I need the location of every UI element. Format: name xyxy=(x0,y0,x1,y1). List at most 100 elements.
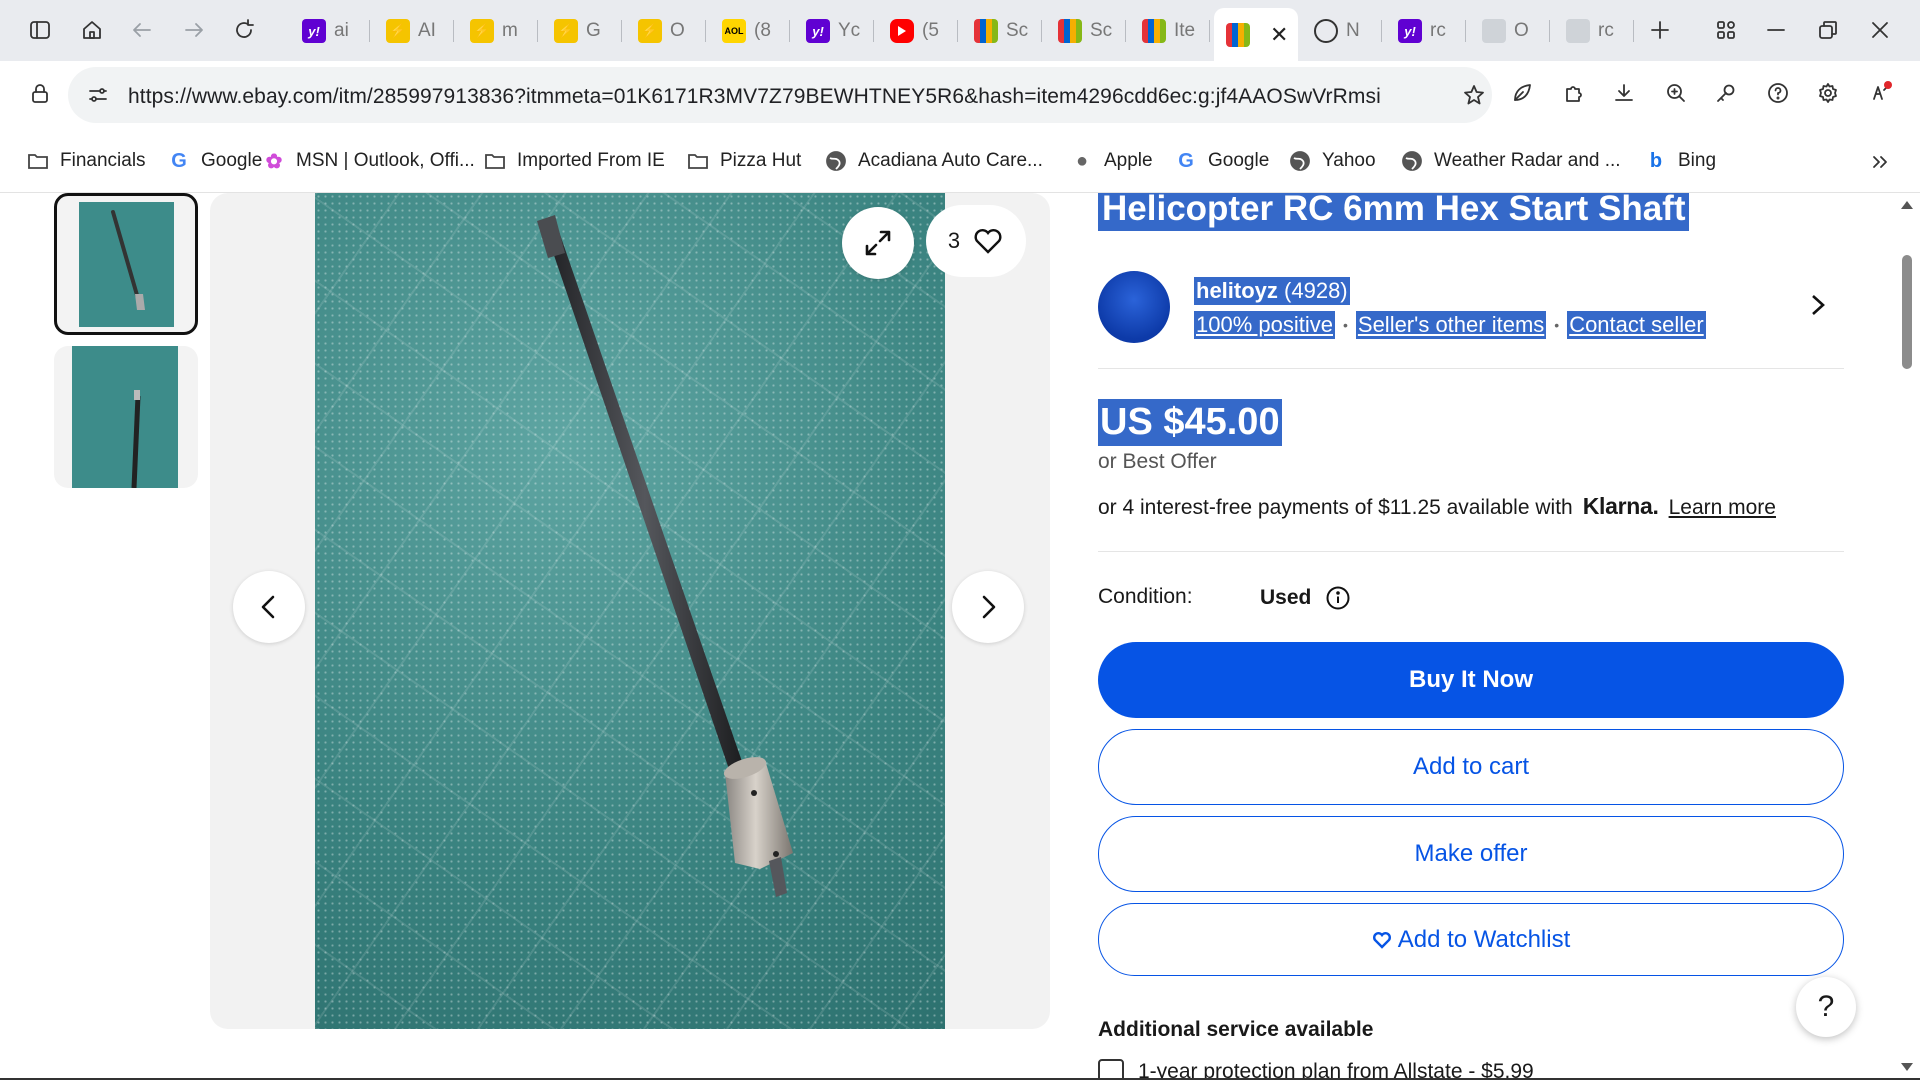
tab-actions-icon[interactable] xyxy=(1708,12,1744,48)
tab-6[interactable]: AOL (8 xyxy=(710,10,790,52)
tab-8[interactable]: (5 xyxy=(878,10,958,52)
zoom-icon[interactable] xyxy=(1658,75,1694,111)
tab-13[interactable]: N xyxy=(1302,10,1382,52)
thumbnail-2[interactable] xyxy=(54,346,198,488)
tab-14[interactable]: y! rc xyxy=(1386,10,1466,52)
tab-16[interactable]: rc xyxy=(1554,10,1634,52)
page-scrollbar[interactable] xyxy=(1894,193,1920,1080)
passwords-key-icon[interactable] xyxy=(1708,75,1744,111)
thumbnail-1[interactable] xyxy=(54,193,198,335)
help-button[interactable]: ? xyxy=(1796,977,1856,1037)
bookmark-label: Weather Radar and ... xyxy=(1434,150,1621,171)
protection-plan-option[interactable]: 1-year protection plan from Allstate - $… xyxy=(1098,1059,1534,1080)
previous-image-button[interactable] xyxy=(233,571,305,643)
buy-it-now-label: Buy It Now xyxy=(1409,666,1533,693)
scroll-down-arrow[interactable] xyxy=(1901,1063,1913,1071)
info-icon[interactable] xyxy=(1325,585,1351,611)
tab-12[interactable]: ✕ xyxy=(1214,8,1298,61)
seller-avatar[interactable] xyxy=(1098,271,1170,343)
home-icon[interactable] xyxy=(74,12,110,48)
price: US $45.00 xyxy=(1098,399,1282,446)
url-text[interactable]: https://www.ebay.com/itm/285997913836?it… xyxy=(128,85,1381,109)
bookmark-1[interactable]: Financials xyxy=(26,149,146,173)
tab-5[interactable]: ⚡ O xyxy=(626,10,706,52)
shaft-illustration xyxy=(537,215,793,897)
tab-separator xyxy=(537,20,538,42)
reload-icon[interactable] xyxy=(226,12,262,48)
next-image-button[interactable] xyxy=(952,571,1024,643)
search-travel-favicon-icon xyxy=(1566,19,1590,43)
contact-seller-link[interactable]: Contact seller xyxy=(1567,311,1706,339)
separator-dot: • xyxy=(1554,317,1560,333)
watchers-button[interactable]: 3 xyxy=(926,205,1026,277)
minimize-icon[interactable] xyxy=(1758,12,1794,48)
bookmark-7[interactable]: ● Apple xyxy=(1070,149,1153,173)
bookmark-8[interactable]: G Google xyxy=(1174,149,1269,173)
protection-plan-checkbox[interactable] xyxy=(1098,1059,1124,1080)
seller-name[interactable]: helitoyz xyxy=(1196,278,1278,303)
new-tab-icon[interactable] xyxy=(1642,12,1678,48)
tab-10[interactable]: Sc xyxy=(1046,10,1126,52)
tab-label: N xyxy=(1346,20,1360,41)
tab-4[interactable]: ⚡ G xyxy=(542,10,622,52)
leaf-icon[interactable] xyxy=(1504,75,1540,111)
bookmark-10[interactable]: Weather Radar and ... xyxy=(1400,149,1621,173)
divider xyxy=(1098,551,1844,552)
back-icon[interactable] xyxy=(124,12,160,48)
favorite-star-icon[interactable] xyxy=(1456,77,1492,113)
forward-icon[interactable] xyxy=(176,12,212,48)
restore-icon[interactable] xyxy=(1810,12,1846,48)
extensions-icon[interactable] xyxy=(1556,75,1592,111)
best-offer-text: or Best Offer xyxy=(1098,450,1217,473)
seller-name-line[interactable]: helitoyz (4928) xyxy=(1194,277,1350,305)
close-tab-icon[interactable]: ✕ xyxy=(1270,22,1288,48)
bookmark-5[interactable]: Pizza Hut xyxy=(686,149,801,173)
bookmark-3[interactable]: ✿ MSN | Outlook, Offi... xyxy=(262,149,475,173)
divider xyxy=(1098,368,1844,369)
expand-image-button[interactable] xyxy=(842,207,914,279)
bookmark-4[interactable]: Imported From IE xyxy=(483,149,665,173)
learn-more-link[interactable]: Learn more xyxy=(1669,496,1776,520)
seller-other-items-link[interactable]: Seller's other items xyxy=(1355,311,1547,339)
bookmark-11[interactable]: b Bing xyxy=(1644,149,1716,173)
image-gallery[interactable] xyxy=(210,193,1050,1029)
tab-15[interactable]: O xyxy=(1470,10,1550,52)
make-offer-button[interactable]: Make offer xyxy=(1098,816,1844,892)
scroll-up-arrow[interactable] xyxy=(1901,201,1913,209)
tab-9[interactable]: Sc xyxy=(962,10,1042,52)
seller-positive-link[interactable]: 100% positive xyxy=(1194,311,1335,339)
globe-icon xyxy=(1288,149,1312,173)
tab-11[interactable]: Ite xyxy=(1130,10,1210,52)
installments-line: or 4 interest-free payments of $11.25 av… xyxy=(1098,493,1776,520)
bookmark-9[interactable]: Yahoo xyxy=(1288,149,1376,173)
tab-3[interactable]: ⚡ m xyxy=(458,10,538,52)
tab-label: (8 xyxy=(754,20,771,41)
tab-1[interactable]: y! ai xyxy=(290,10,370,52)
tab-separator xyxy=(1209,20,1210,42)
more-bookmarks-icon[interactable] xyxy=(1862,144,1898,180)
sidebar-toggle-icon[interactable] xyxy=(22,12,58,48)
settings-gear-icon[interactable] xyxy=(1810,75,1846,111)
bookmark-6[interactable]: Acadiana Auto Care... xyxy=(824,149,1043,173)
tab-label: O xyxy=(670,20,685,41)
tab-7[interactable]: y! Yc xyxy=(794,10,874,52)
ebay-listing-page: 3 Helicopter RC 6mm Hex Start Shaft heli… xyxy=(0,193,1920,1080)
tab-label: m xyxy=(502,20,518,41)
downloads-icon[interactable] xyxy=(1606,75,1642,111)
help-circle-icon[interactable] xyxy=(1760,75,1796,111)
close-window-icon[interactable] xyxy=(1862,12,1898,48)
folder-icon xyxy=(483,149,507,173)
listing-title: Helicopter RC 6mm Hex Start Shaft xyxy=(1098,193,1690,231)
seller-details-chevron[interactable] xyxy=(1806,289,1830,326)
tab-2[interactable]: ⚡ AI xyxy=(374,10,454,52)
scrollbar-thumb[interactable] xyxy=(1902,255,1912,369)
add-to-cart-button[interactable]: Add to cart xyxy=(1098,729,1844,805)
tab-label: G xyxy=(586,20,601,41)
lock-icon[interactable] xyxy=(22,75,58,111)
copilot-icon[interactable] xyxy=(1862,75,1898,111)
tab-label: Sc xyxy=(1090,20,1113,41)
add-to-watchlist-button[interactable]: Add to Watchlist xyxy=(1098,903,1844,976)
buy-it-now-button[interactable]: Buy It Now xyxy=(1098,642,1844,718)
bookmark-2[interactable]: G Google xyxy=(167,149,262,173)
site-settings-icon[interactable] xyxy=(80,77,116,113)
